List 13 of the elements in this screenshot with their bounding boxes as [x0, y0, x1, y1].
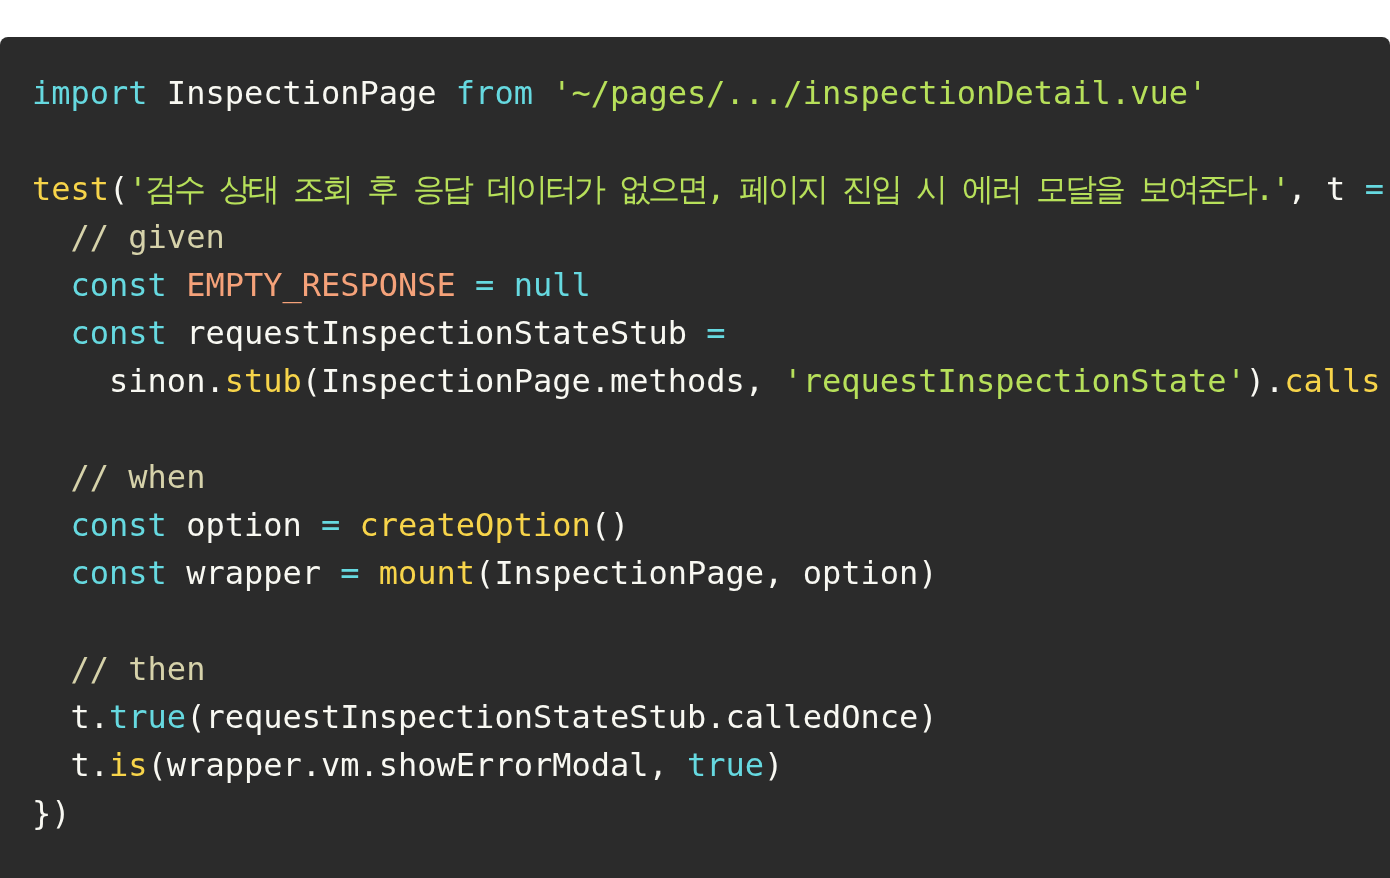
code-line: import InspectionPage from '~/pages/.../inspectionDetail.vue' [32, 73, 1208, 114]
code-line: // then [69, 649, 206, 690]
code-line: const option = createOption() [69, 505, 630, 546]
code-line: // when [69, 457, 206, 498]
code-line: const wrapper = mount(InspectionPage, option) [69, 553, 938, 594]
code-line: test('검수 상태 조회 후 응답 데이터가 없으면, 페이지 진입 시 에러 모달을 보여준다.', t = [32, 169, 1384, 210]
code-line: t.true(requestInspectionStateStub.calledOnce) [69, 697, 938, 738]
code-line: // given [69, 217, 225, 258]
code-line: sinon.stub(InspectionPage.methods, 'requestInspectionState').calls [108, 361, 1381, 402]
code-line: t.is(wrapper.vm.showErrorModal, true) [69, 745, 784, 786]
code-line: const EMPTY_RESPONSE = null [69, 265, 591, 306]
code-line: const requestInspectionStateStub = [69, 313, 726, 354]
code-line: }) [32, 793, 71, 834]
